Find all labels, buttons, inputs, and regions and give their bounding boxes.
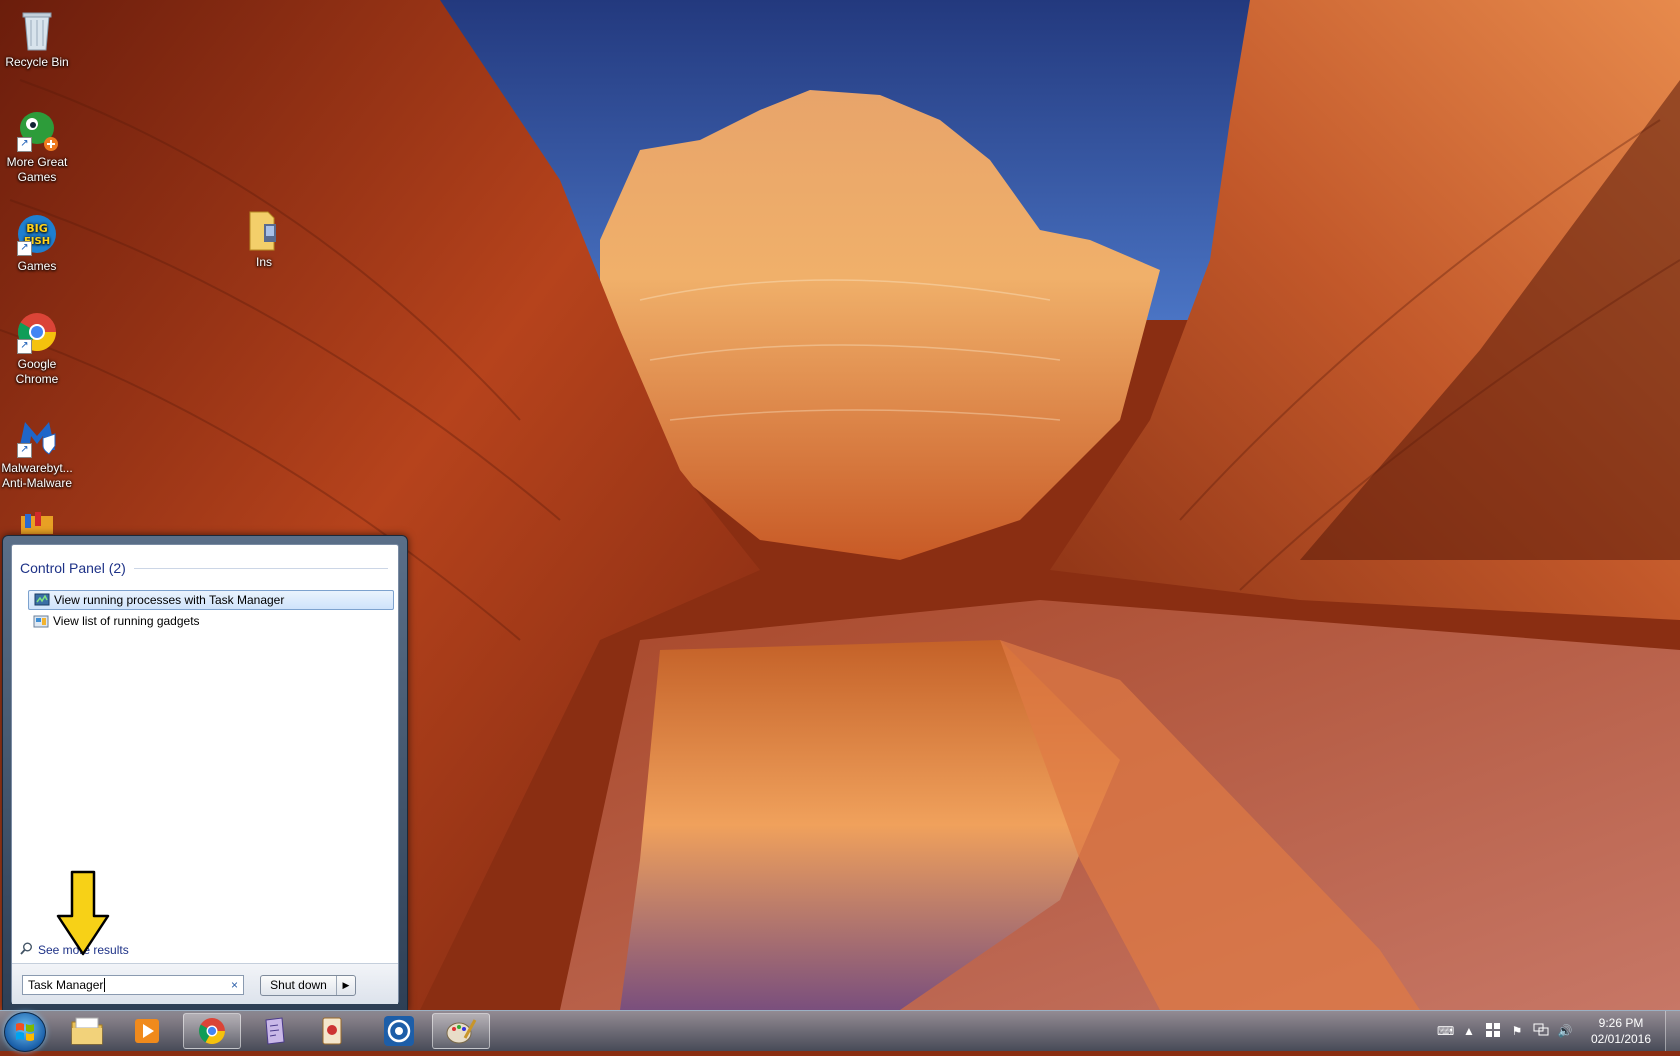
desktop-icon-games[interactable]: BIG FISH ↗ Games <box>0 212 77 274</box>
shortcut-arrow-icon: ↗ <box>17 137 32 152</box>
desktop-icon-recycle-bin[interactable]: Recycle Bin <box>0 8 77 70</box>
taskbar-paint[interactable] <box>432 1013 490 1049</box>
clock-date: 02/01/2016 <box>1590 1032 1652 1046</box>
header-divider <box>133 567 388 569</box>
search-bar-area: Task Manager × Shut down ▶ <box>12 963 398 1004</box>
gadgets-icon <box>33 613 49 629</box>
show-desktop-button[interactable] <box>1665 1011 1680 1051</box>
recycle-bin-icon <box>15 8 59 52</box>
clear-search-icon[interactable]: × <box>231 976 238 994</box>
network-icon[interactable] <box>1533 1023 1549 1039</box>
shutdown-button[interactable]: Shut down <box>261 976 337 995</box>
result-label: View list of running gadgets <box>53 614 200 628</box>
annotation-arrow-icon <box>56 870 110 961</box>
desktop-icon-google-chrome[interactable]: ↗ Google Chrome <box>0 310 77 387</box>
shortcut-arrow-icon: ↗ <box>17 443 32 458</box>
windows-flag-icon[interactable] <box>1485 1023 1501 1039</box>
taskbar-game[interactable] <box>303 1013 361 1049</box>
folder-icon <box>242 208 286 252</box>
taskbar-chrome[interactable] <box>183 1013 241 1049</box>
desktop-icon-label: Malwarebyt... Anti-Malware <box>1 461 73 490</box>
shortcut-arrow-icon: ↗ <box>17 241 32 256</box>
task-manager-icon <box>34 592 50 608</box>
shutdown-button-group: Shut down ▶ <box>260 975 356 996</box>
result-task-manager[interactable]: View running processes with Task Manager <box>28 590 394 610</box>
action-center-flag-icon[interactable]: ⚑ <box>1509 1023 1525 1039</box>
shortcut-arrow-icon: ↗ <box>17 339 32 354</box>
desktop-icon-label: Google Chrome <box>15 357 59 386</box>
chrome-icon <box>199 1018 225 1044</box>
paint-icon <box>446 1019 477 1044</box>
malwarebytes-icon: ↗ <box>15 414 59 458</box>
text-cursor <box>104 978 106 992</box>
clock-time: 9:26 PM <box>1598 1016 1644 1030</box>
taskbar: ⌨ ▲ ⚑ 🔊 9:26 PM 02/01/2016 <box>0 1010 1680 1052</box>
start-button[interactable] <box>4 1012 46 1052</box>
chrome-icon: ↗ <box>15 310 59 354</box>
volume-icon[interactable]: 🔊 <box>1557 1023 1573 1039</box>
taskbar-app[interactable] <box>245 1013 303 1049</box>
folder-app-icon <box>15 510 59 534</box>
desktop-icon-label: More Great Games <box>6 155 68 184</box>
windows-explorer-icon <box>71 1017 103 1045</box>
results-group-header: Control Panel (2) <box>20 559 388 577</box>
media-player-icon <box>135 1019 159 1043</box>
fish-games-icon: ↗ <box>15 108 59 152</box>
svg-text:BIG: BIG <box>26 222 48 235</box>
security-icon <box>384 1016 414 1046</box>
magnifier-icon <box>20 942 33 958</box>
app-icon <box>265 1017 285 1045</box>
windows-logo-icon <box>16 1023 34 1041</box>
show-hidden-icons-icon[interactable]: ▲ <box>1461 1023 1477 1039</box>
desktop-icon-ins[interactable]: Ins <box>224 208 304 270</box>
system-tray: ⌨ ▲ ⚑ 🔊 9:26 PM 02/01/2016 <box>1433 1011 1680 1051</box>
desktop-icon-label: Games <box>17 259 57 273</box>
game-icon <box>322 1017 342 1045</box>
taskbar-windows-explorer[interactable] <box>58 1013 116 1049</box>
taskbar-media-player[interactable] <box>118 1013 176 1049</box>
desktop-icon-malwarebytes[interactable]: ↗ Malwarebyt... Anti-Malware <box>0 414 77 491</box>
desktop-icon-more-great-games[interactable]: ↗ More Great Games <box>0 108 77 185</box>
result-running-gadgets[interactable]: View list of running gadgets <box>28 611 394 631</box>
taskbar-security[interactable] <box>370 1013 428 1049</box>
big-fish-games-icon: BIG FISH ↗ <box>15 212 59 256</box>
desktop-icon-partial[interactable] <box>0 510 77 534</box>
results-group-title: Control Panel (2) <box>20 560 126 576</box>
keyboard-icon[interactable]: ⌨ <box>1437 1023 1454 1039</box>
desktop-icon-label: Ins <box>255 255 272 269</box>
start-search-input[interactable]: Task Manager × <box>22 975 244 995</box>
search-input-value: Task Manager <box>28 978 104 992</box>
desktop-icon-label: Recycle Bin <box>5 55 69 69</box>
taskbar-clock[interactable]: 9:26 PM 02/01/2016 <box>1583 1015 1659 1047</box>
result-label: View running processes with Task Manager <box>54 593 285 607</box>
shutdown-options-arrow-icon[interactable]: ▶ <box>337 976 355 995</box>
